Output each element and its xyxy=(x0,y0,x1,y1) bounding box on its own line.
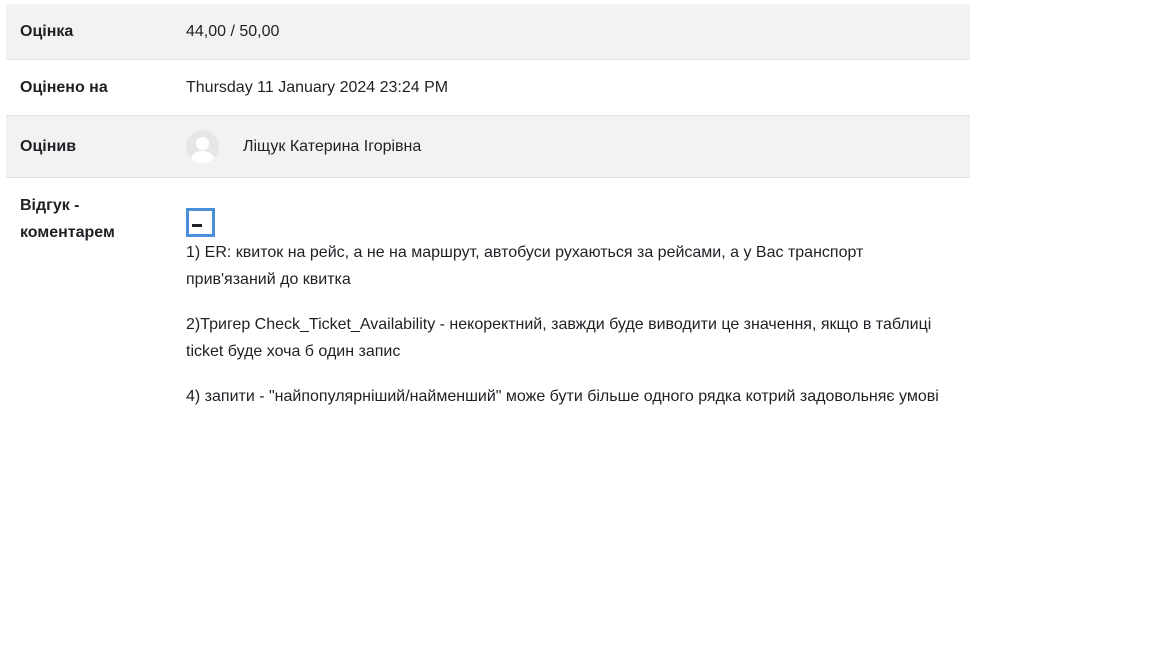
feedback-label-line1: Відгук - xyxy=(20,197,80,214)
feedback-content: 1) ER: квиток на рейс, а не на маршрут, … xyxy=(186,192,970,428)
feedback-label-line2: коментарем xyxy=(20,224,115,241)
grade-label: Оцінка xyxy=(20,23,74,40)
graded-on-value: Thursday 11 January 2024 23:24 PM xyxy=(186,79,449,96)
feedback-paragraph: 4) запити - "найпопулярніший/найменший" … xyxy=(186,388,939,405)
minus-icon xyxy=(192,224,202,227)
grade-value: 44,00 / 50,00 xyxy=(186,23,280,40)
grade-row: Оцінка 44,00 / 50,00 xyxy=(6,4,970,60)
feedback-paragraph: 2)Тригер Check_Ticket_Availability - нек… xyxy=(186,316,932,360)
feedback-table: Оцінка 44,00 / 50,00 Оцінено на Thursday… xyxy=(6,4,970,428)
user-avatar-icon[interactable] xyxy=(186,130,219,163)
grader-name[interactable]: Ліщук Катерина Ігорівна xyxy=(243,133,421,160)
grader-info: Ліщук Катерина Ігорівна xyxy=(186,130,956,163)
grader-row: Оцінив Ліщук Катерина Ігорівна xyxy=(6,116,970,178)
feedback-paragraph: 1) ER: квиток на рейс, а не на маршрут, … xyxy=(186,244,864,288)
graded-on-row: Оцінено на Thursday 11 January 2024 23:2… xyxy=(6,60,970,116)
graded-on-label: Оцінено на xyxy=(20,79,108,96)
collapse-button[interactable] xyxy=(186,208,215,237)
feedback-label: Відгук - коментарем xyxy=(6,192,186,246)
grader-label: Оцінив xyxy=(20,138,77,155)
grader-value: Ліщук Катерина Ігорівна xyxy=(186,130,970,163)
feedback-row: Відгук - коментарем 1) ER: квиток на рей… xyxy=(6,178,970,428)
